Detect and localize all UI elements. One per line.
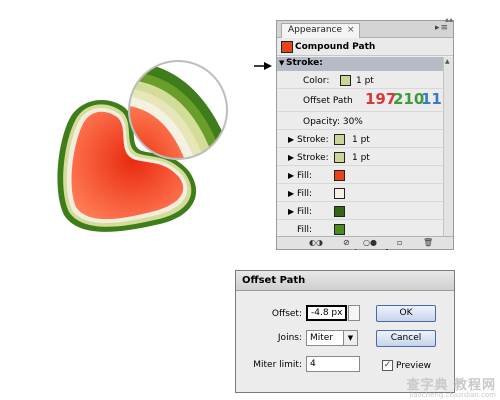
triangle-right-icon[interactable]: ▶ xyxy=(288,135,294,144)
fill-swatch[interactable] xyxy=(334,170,345,181)
color-label: Color: xyxy=(303,76,330,86)
panel-tab-bar: Appearance × ▴▴ ▸≡ xyxy=(277,15,453,38)
panel-scrollbar[interactable]: ▲ ▼ xyxy=(443,57,453,249)
stroke-title: Stroke: xyxy=(286,58,323,68)
stroke-weight: 1 pt xyxy=(356,76,374,86)
row-label: Fill: xyxy=(297,225,313,235)
watermark-url: jiaocheng.chazidian.com xyxy=(409,391,496,399)
watermark: 查字典 教程网 jiaocheng.chazidian.com xyxy=(406,374,496,399)
panel-menu-icon[interactable]: ▸≡ xyxy=(435,23,449,33)
ok-button[interactable]: OK xyxy=(376,305,436,322)
triangle-right-icon[interactable]: ▶ xyxy=(288,153,294,162)
close-icon[interactable]: × xyxy=(347,25,355,35)
offset-stepper[interactable] xyxy=(348,305,360,321)
tab-appearance[interactable]: Appearance × xyxy=(281,23,360,38)
stroke-swatch[interactable] xyxy=(334,152,345,163)
dialog-title: Offset Path xyxy=(236,271,454,291)
row-label: Stroke: xyxy=(297,153,329,163)
compound-path-header[interactable]: Compound Path xyxy=(277,38,453,56)
pointer-arrow-icon xyxy=(254,62,272,70)
appearance-panel: Appearance × ▴▴ ▸≡ Compound Path ▼ Stroke… xyxy=(276,15,454,251)
joins-value: Miter xyxy=(310,333,334,343)
row-label: Stroke: xyxy=(297,135,329,145)
offset-input[interactable]: -4.8 px xyxy=(306,305,347,321)
row-label: Fill: xyxy=(297,171,313,181)
new-art-basic-icon[interactable]: ◐◑ xyxy=(309,238,323,247)
tab-label: Appearance xyxy=(288,25,343,35)
object-swatch-icon xyxy=(281,41,293,53)
triangle-right-icon[interactable]: ▶ xyxy=(288,207,294,216)
joins-select[interactable]: Miter ▼ xyxy=(306,330,358,346)
miter-limit-label: Miter limit: xyxy=(253,360,302,370)
stroke-color-swatch[interactable] xyxy=(340,75,351,86)
panel-footer-toolbar: ◐◑ ⊘ ○● ▫ 🗑 xyxy=(277,236,453,249)
triangle-right-icon[interactable]: ▶ xyxy=(288,171,294,180)
scroll-up-icon[interactable]: ▲ xyxy=(445,58,450,65)
duplicate-item-icon[interactable]: ▫ xyxy=(397,238,402,247)
offset-path-effect[interactable]: Offset Path xyxy=(303,96,353,106)
row-value: 1 pt xyxy=(352,135,370,145)
fill-swatch[interactable] xyxy=(334,224,345,235)
fill-swatch[interactable] xyxy=(334,206,345,217)
row-label: Fill: xyxy=(297,207,313,217)
value-red: 197 xyxy=(365,90,397,108)
preview-label: Preview xyxy=(396,361,432,371)
fill-row[interactable]: ▶ Fill: xyxy=(277,167,453,184)
chevron-down-icon[interactable]: ▼ xyxy=(343,331,357,345)
delete-item-icon[interactable]: 🗑 xyxy=(423,238,433,247)
triangle-down-icon[interactable]: ▼ xyxy=(279,59,284,67)
fill-row[interactable]: ▶ Fill: xyxy=(277,185,453,202)
stroke-row[interactable]: ▶ Stroke: 1 pt xyxy=(277,131,453,148)
miter-limit-input[interactable]: 4 xyxy=(306,356,360,372)
row-value: 1 pt xyxy=(352,153,370,163)
offset-path-row[interactable]: Offset Path 197 210 115 xyxy=(277,90,453,112)
triangle-right-icon[interactable]: ▶ xyxy=(288,189,294,198)
artwork-canvas xyxy=(57,60,228,232)
opacity-row[interactable]: Opacity: 30% xyxy=(277,113,453,130)
value-green: 210 xyxy=(393,90,425,108)
clear-appearance-icon[interactable]: ⊘ xyxy=(343,238,350,247)
row-label: Fill: xyxy=(297,189,313,199)
stroke-row[interactable]: ▶ Stroke: 1 pt xyxy=(277,149,453,166)
stroke-swatch[interactable] xyxy=(334,134,345,145)
stroke-color-row[interactable]: Color: 1 pt xyxy=(277,72,453,89)
opacity-label[interactable]: Opacity: 30% xyxy=(303,117,363,127)
joins-label: Joins: xyxy=(277,333,302,343)
reduce-basic-icon[interactable]: ○● xyxy=(363,238,377,247)
fill-swatch[interactable] xyxy=(334,188,345,199)
fill-row[interactable]: ▶ Fill: xyxy=(277,203,453,220)
offset-label: Offset: xyxy=(271,309,302,319)
object-type-label: Compound Path xyxy=(295,42,376,52)
stroke-attribute-expanded[interactable]: ▼ Stroke: xyxy=(277,57,453,71)
preview-checkbox[interactable]: ✓ xyxy=(382,360,393,371)
cancel-button[interactable]: Cancel xyxy=(376,330,436,347)
